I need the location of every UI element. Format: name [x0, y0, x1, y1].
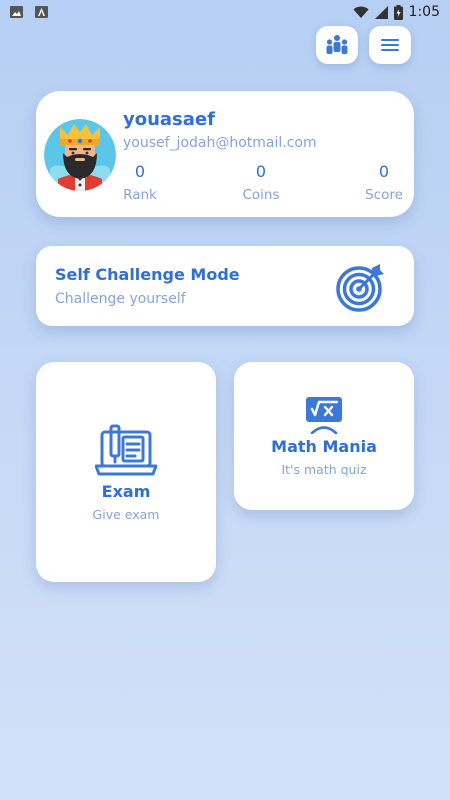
rank-stat: 0 Rank [110, 162, 170, 203]
score-stat: 0 Score [354, 162, 414, 203]
math-text: Math Mania It's math quiz [234, 437, 414, 477]
coins-stat: 0 Coins [231, 162, 291, 203]
leaderboard-button[interactable] [316, 26, 358, 64]
image-notification-icon [10, 6, 23, 18]
rank-label: Rank [123, 187, 157, 203]
signal-icon [374, 5, 388, 19]
avatar[interactable] [44, 119, 116, 191]
challenge-title: Self Challenge Mode [55, 265, 240, 284]
math-title: Math Mania [271, 437, 377, 456]
menu-button[interactable] [369, 26, 411, 64]
coins-value: 0 [255, 162, 267, 181]
battery-icon [393, 4, 403, 20]
self-challenge-card[interactable]: Self Challenge Mode Challenge yourself [36, 246, 414, 326]
exam-title: Exam [101, 482, 151, 501]
coins-label: Coins [242, 187, 280, 203]
hamburger-menu-icon [381, 39, 399, 51]
king-avatar-icon [44, 119, 116, 191]
math-board-icon [306, 397, 342, 434]
clock-time: 1:05 [408, 4, 440, 20]
math-mania-tile[interactable]: Math Mania It's math quiz [234, 362, 414, 510]
exam-tile[interactable]: Exam Give exam [36, 362, 216, 582]
rank-value: 0 [134, 162, 146, 181]
target-icon [336, 264, 384, 312]
challenge-subtitle: Challenge yourself [55, 291, 186, 307]
username: youasaef [123, 109, 215, 130]
user-email: yousef_jodah@hotmail.com [123, 135, 317, 151]
exam-text: Exam Give exam [36, 482, 216, 522]
profile-card[interactable]: youasaef yousef_jodah@hotmail.com 0 Rank… [36, 91, 414, 217]
app-notification-icon [35, 6, 48, 18]
wifi-icon [353, 6, 369, 18]
status-bar: 1:05 [0, 0, 450, 26]
exam-subtitle: Give exam [92, 507, 160, 522]
users-group-icon [326, 35, 348, 54]
score-value: 0 [378, 162, 390, 181]
math-subtitle: It's math quiz [281, 462, 367, 477]
laptop-exam-icon [95, 424, 157, 476]
score-label: Score [365, 187, 403, 203]
